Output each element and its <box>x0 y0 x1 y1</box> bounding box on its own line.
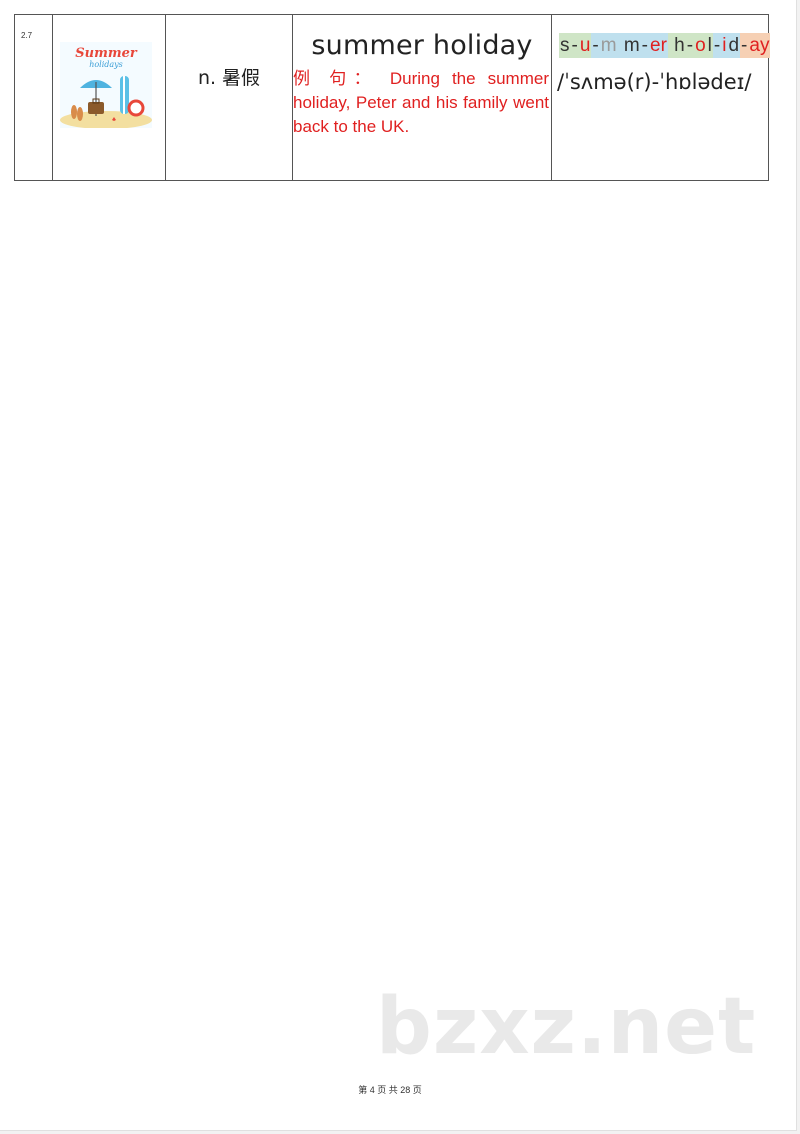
phonetic-transcription: /ˈsʌmə(r)-ˈhɒlədeɪ/ <box>557 70 752 94</box>
image-cell: Summer holidays <box>52 14 166 181</box>
spelling-segment: d <box>727 33 741 58</box>
spelling-cell: s-u-m m - er h - o l - i d - ay /ˈsʌmə(r)-ˈhɒlədeɪ… <box>551 14 771 181</box>
spelling-segment: m <box>599 33 618 58</box>
spelling-segment: ay <box>748 33 771 58</box>
spelling-segment: - <box>570 33 579 58</box>
page-footer: 第 4 页 共 28 页 <box>358 1085 422 1095</box>
spelling-segment: - <box>591 33 600 58</box>
spelling-segment: - <box>640 33 649 58</box>
spelling-segment: h <box>667 33 686 58</box>
illustration-title: Summer <box>75 46 138 61</box>
spelling-segment: l <box>706 33 713 58</box>
meaning-cell: n. 暑假 <box>165 14 293 181</box>
table-row: 2.7 Summer holidays n. 暑假 summer holiday… <box>14 14 771 181</box>
spelling-segment: - <box>712 33 722 58</box>
syllable-spelling: s-u-m m - er h - o l - i d - ay <box>559 31 771 60</box>
watermark: bzxz.net <box>376 982 757 1072</box>
vocab-table: 2.7 Summer holidays n. 暑假 summer holiday… <box>14 14 771 181</box>
spelling-segment: m <box>617 33 641 58</box>
vocab-word: summer holiday <box>311 30 533 61</box>
spelling-segment: s <box>559 33 571 58</box>
summer-holidays-illustration: Summer holidays <box>60 42 152 128</box>
part-of-speech: n. 暑假 <box>197 67 261 89</box>
spelling-segment: o <box>694 33 707 58</box>
number-cell: 2.7 <box>14 14 53 181</box>
spelling-segment: er <box>649 33 668 58</box>
word-cell: summer holiday 例 句： During the summer ho… <box>292 14 552 181</box>
spelling-segment: u <box>578 33 592 58</box>
spelling-segment: - <box>685 33 695 58</box>
illustration-subtitle: holidays <box>89 60 123 69</box>
example-sentence: 例 句： During the summer holiday, Peter an… <box>293 69 549 136</box>
entry-number: 2.7 <box>21 31 33 40</box>
document-page: 2.7 Summer holidays n. 暑假 summer holiday… <box>0 0 797 1131</box>
